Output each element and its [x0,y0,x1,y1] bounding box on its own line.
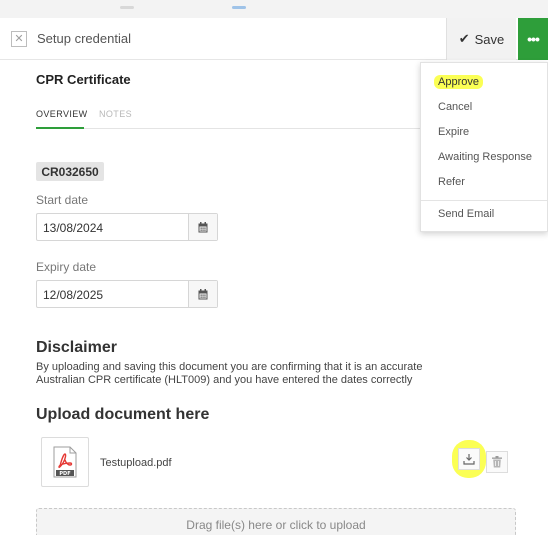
certificate-title: CPR Certificate [36,72,131,87]
save-button-label: Save [474,31,505,47]
actions-dropdown-menu: Approve Cancel Expire Awaiting Response … [420,62,548,232]
upload-heading: Upload document here [36,406,210,423]
strip-mark [232,6,246,9]
download-icon [463,454,475,465]
page-title: Setup credential [37,31,131,46]
menu-divider [421,200,547,201]
calendar-icon[interactable] [188,281,217,307]
pdf-file-icon: PDF [53,446,77,478]
start-date-label: Start date [36,193,89,207]
menu-item-refer[interactable]: Refer [438,176,465,188]
header-bar: ✕ Setup credential ✔ Save ••• [0,18,548,60]
save-button[interactable]: ✔ Save [446,18,516,60]
disclaimer-heading: Disclaimer [36,339,117,356]
delete-button[interactable] [486,451,508,473]
strip-mark [120,6,134,9]
ellipsis-icon: ••• [527,31,540,47]
disclaimer-line: By uploading and saving this document yo… [36,361,423,373]
disclaimer-line: Australian CPR certificate (HLT009) and … [36,374,413,386]
credential-code-badge: CR032650 [36,162,104,181]
start-date-field[interactable]: 13/08/2024 [36,213,218,241]
download-button[interactable] [458,448,480,470]
tab-notes[interactable]: NOTES [99,109,132,119]
check-icon: ✔ [458,31,470,46]
expiry-date-field[interactable]: 12/08/2025 [36,280,218,308]
tab-overview[interactable]: OVERVIEW [36,109,88,129]
menu-item-expire[interactable]: Expire [438,126,469,138]
disclaimer-text: By uploading and saving this document yo… [36,361,496,387]
upload-dropzone[interactable]: Drag file(s) here or click to upload [36,508,516,535]
pdf-badge-text: PDF [59,471,70,477]
file-thumbnail[interactable]: PDF [41,437,89,487]
top-strip [0,0,548,18]
menu-item-awaiting-response[interactable]: Awaiting Response [438,151,532,163]
menu-item-cancel[interactable]: Cancel [438,101,472,113]
dropzone-text: Drag file(s) here or click to upload [186,518,366,532]
calendar-icon[interactable] [188,214,217,240]
trash-icon [492,456,502,468]
start-date-value: 13/08/2024 [43,221,104,235]
expiry-date-value: 12/08/2025 [43,288,104,302]
download-highlight [452,440,486,478]
menu-item-approve[interactable]: Approve [434,75,483,89]
close-icon[interactable]: ✕ [11,31,27,47]
file-name: Testupload.pdf [100,457,172,469]
expiry-date-label: Expiry date [36,260,97,274]
menu-item-send-email[interactable]: Send Email [438,208,494,220]
more-actions-button[interactable]: ••• [518,18,548,60]
